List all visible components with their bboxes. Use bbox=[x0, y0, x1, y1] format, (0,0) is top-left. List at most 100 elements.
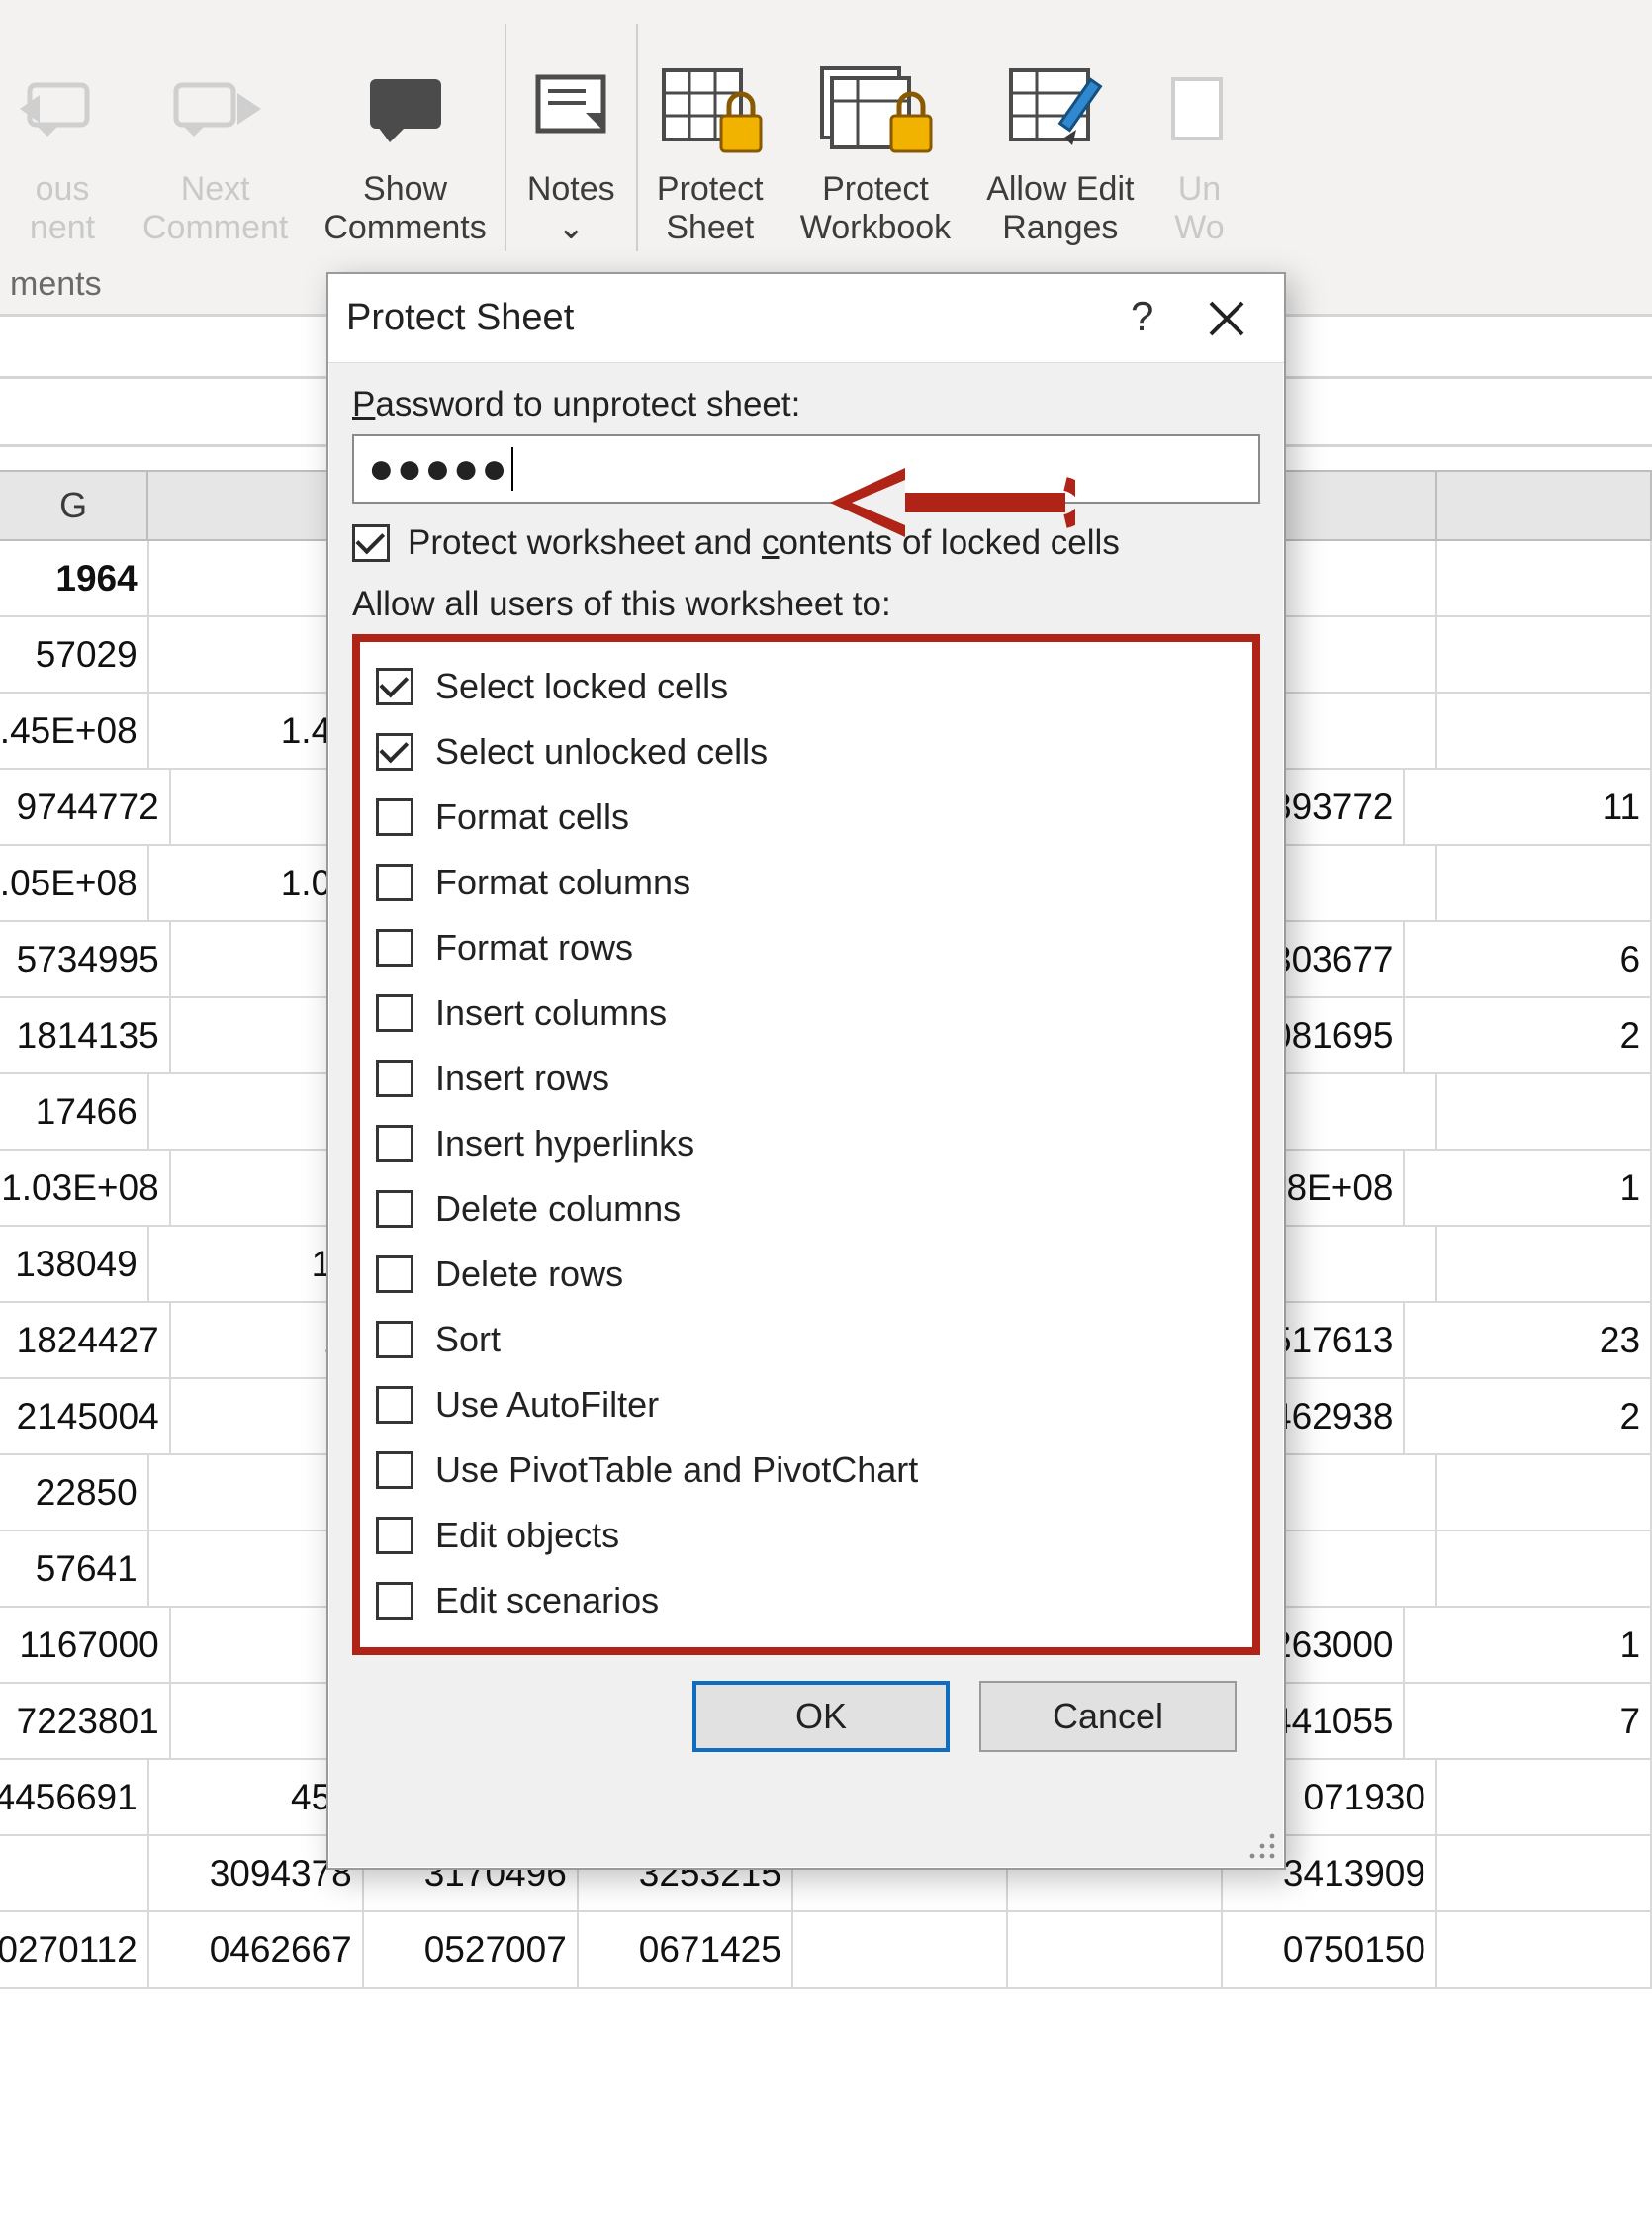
permission-option[interactable]: Use PivotTable and PivotChart bbox=[376, 1437, 1237, 1503]
cell[interactable]: 1.45E+08 bbox=[0, 694, 149, 768]
cell[interactable]: 1 bbox=[1405, 1151, 1652, 1225]
protect-contents-checkbox[interactable] bbox=[352, 524, 390, 562]
cell[interactable]: 4456691 bbox=[0, 1760, 149, 1834]
cancel-button[interactable]: Cancel bbox=[979, 1681, 1237, 1752]
permission-checkbox[interactable] bbox=[376, 733, 413, 771]
permission-option[interactable]: Delete columns bbox=[376, 1176, 1237, 1242]
protect-contents-row[interactable]: Protect worksheet and contents of locked… bbox=[352, 523, 1260, 563]
cell[interactable] bbox=[1437, 1455, 1652, 1530]
ribbon-protect-workbook[interactable]: Protect Workbook bbox=[782, 55, 968, 247]
cell[interactable] bbox=[0, 1836, 149, 1910]
ribbon-unshare-workbook[interactable]: Un Wo bbox=[1151, 55, 1246, 247]
cell[interactable]: 1824427 bbox=[0, 1303, 171, 1377]
cell[interactable]: 2145004 bbox=[0, 1379, 171, 1453]
help-button[interactable]: ? bbox=[1108, 284, 1187, 353]
resize-grip-icon[interactable] bbox=[1242, 1826, 1278, 1862]
permission-checkbox[interactable] bbox=[376, 1582, 413, 1620]
cell[interactable] bbox=[1437, 1227, 1652, 1301]
cell[interactable] bbox=[1437, 1760, 1652, 1834]
ribbon-notes[interactable]: Notes ⌄ bbox=[506, 55, 636, 247]
ok-button[interactable]: OK bbox=[692, 1681, 950, 1752]
cell[interactable] bbox=[1437, 846, 1652, 920]
ribbon-group-label: ments bbox=[0, 265, 102, 304]
cell[interactable]: 1964 bbox=[0, 541, 149, 615]
cell[interactable]: 7 bbox=[1405, 1684, 1652, 1758]
ribbon-label: Sheet bbox=[666, 209, 754, 247]
permission-option[interactable]: Format columns bbox=[376, 850, 1237, 915]
cell[interactable]: 0527007 bbox=[364, 1912, 579, 1987]
permission-checkbox[interactable] bbox=[376, 994, 413, 1032]
cell[interactable]: 0462667 bbox=[149, 1912, 364, 1987]
permission-checkbox[interactable] bbox=[376, 1321, 413, 1358]
ribbon-allow-edit-ranges[interactable]: Allow Edit Ranges bbox=[968, 55, 1151, 247]
cell[interactable]: 22850 bbox=[0, 1455, 149, 1530]
password-input[interactable]: ●●●●● bbox=[352, 434, 1260, 504]
permission-option[interactable]: Insert rows bbox=[376, 1046, 1237, 1111]
cell[interactable]: 1 bbox=[1405, 1608, 1652, 1682]
ribbon-show-comments[interactable]: Show Comments bbox=[306, 55, 504, 247]
permission-checkbox[interactable] bbox=[376, 1125, 413, 1162]
cell[interactable] bbox=[1437, 617, 1652, 692]
close-button[interactable] bbox=[1187, 284, 1266, 353]
permission-checkbox[interactable] bbox=[376, 798, 413, 836]
notes-icon bbox=[524, 55, 618, 164]
cell[interactable] bbox=[793, 1912, 1008, 1987]
cell[interactable]: 6 bbox=[1405, 922, 1652, 996]
cell[interactable]: 57029 bbox=[0, 617, 149, 692]
permission-checkbox[interactable] bbox=[376, 929, 413, 967]
permission-option[interactable]: Edit objects bbox=[376, 1503, 1237, 1568]
permission-option[interactable]: Select unlocked cells bbox=[376, 719, 1237, 785]
permission-checkbox[interactable] bbox=[376, 668, 413, 705]
cell[interactable]: 0270112 bbox=[0, 1912, 149, 1987]
permission-checkbox[interactable] bbox=[376, 864, 413, 901]
ribbon-previous-comment[interactable]: ous nent bbox=[0, 55, 125, 247]
column-header[interactable]: G bbox=[0, 472, 148, 539]
permission-option[interactable]: Insert hyperlinks bbox=[376, 1111, 1237, 1176]
permission-checkbox[interactable] bbox=[376, 1517, 413, 1554]
column-header[interactable] bbox=[1437, 472, 1652, 539]
protect-contents-label: Protect worksheet and contents of locked… bbox=[408, 523, 1120, 563]
ribbon-protect-sheet[interactable]: Protect Sheet bbox=[638, 55, 782, 247]
cell[interactable] bbox=[1437, 1836, 1652, 1910]
cell[interactable] bbox=[1437, 1074, 1652, 1149]
permission-option[interactable]: Select locked cells bbox=[376, 654, 1237, 719]
cell[interactable]: 1.03E+08 bbox=[0, 1151, 171, 1225]
permission-checkbox[interactable] bbox=[376, 1386, 413, 1424]
cell[interactable] bbox=[1437, 1912, 1652, 1987]
cell[interactable]: 9744772 bbox=[0, 770, 171, 844]
cell[interactable]: 138049 bbox=[0, 1227, 149, 1301]
svg-text:?: ? bbox=[1131, 297, 1153, 339]
permission-option[interactable]: Format rows bbox=[376, 915, 1237, 980]
permission-option[interactable]: Sort bbox=[376, 1307, 1237, 1372]
cell[interactable]: 11 bbox=[1405, 770, 1652, 844]
cell[interactable]: 1814135 bbox=[0, 998, 171, 1072]
cell[interactable] bbox=[1008, 1912, 1223, 1987]
cell[interactable] bbox=[1437, 1531, 1652, 1606]
prev-comment-icon bbox=[18, 55, 107, 164]
cell[interactable]: 7223801 bbox=[0, 1684, 171, 1758]
permission-label: Format rows bbox=[435, 927, 633, 969]
permission-checkbox[interactable] bbox=[376, 1255, 413, 1293]
cell[interactable] bbox=[1437, 541, 1652, 615]
dialog-titlebar[interactable]: Protect Sheet ? bbox=[328, 274, 1284, 363]
cell[interactable]: 2 bbox=[1405, 998, 1652, 1072]
permission-option[interactable]: Insert columns bbox=[376, 980, 1237, 1046]
permission-option[interactable]: Format cells bbox=[376, 785, 1237, 850]
cell[interactable]: 1167000 bbox=[0, 1608, 171, 1682]
permission-checkbox[interactable] bbox=[376, 1060, 413, 1097]
permission-checkbox[interactable] bbox=[376, 1451, 413, 1489]
cell[interactable]: 23 bbox=[1405, 1303, 1652, 1377]
cell[interactable] bbox=[1437, 694, 1652, 768]
permission-option[interactable]: Edit scenarios bbox=[376, 1568, 1237, 1633]
cell[interactable]: 17466 bbox=[0, 1074, 149, 1149]
permission-option[interactable]: Delete rows bbox=[376, 1242, 1237, 1307]
cell[interactable]: 0671425 bbox=[579, 1912, 793, 1987]
cell[interactable]: 0750150 bbox=[1223, 1912, 1437, 1987]
cell[interactable]: 57641 bbox=[0, 1531, 149, 1606]
cell[interactable]: 5734995 bbox=[0, 922, 171, 996]
permission-checkbox[interactable] bbox=[376, 1190, 413, 1228]
cell[interactable]: 2 bbox=[1405, 1379, 1652, 1453]
cell[interactable]: 1.05E+08 bbox=[0, 846, 149, 920]
ribbon-next-comment[interactable]: Next Comment bbox=[125, 55, 306, 247]
permission-option[interactable]: Use AutoFilter bbox=[376, 1372, 1237, 1437]
